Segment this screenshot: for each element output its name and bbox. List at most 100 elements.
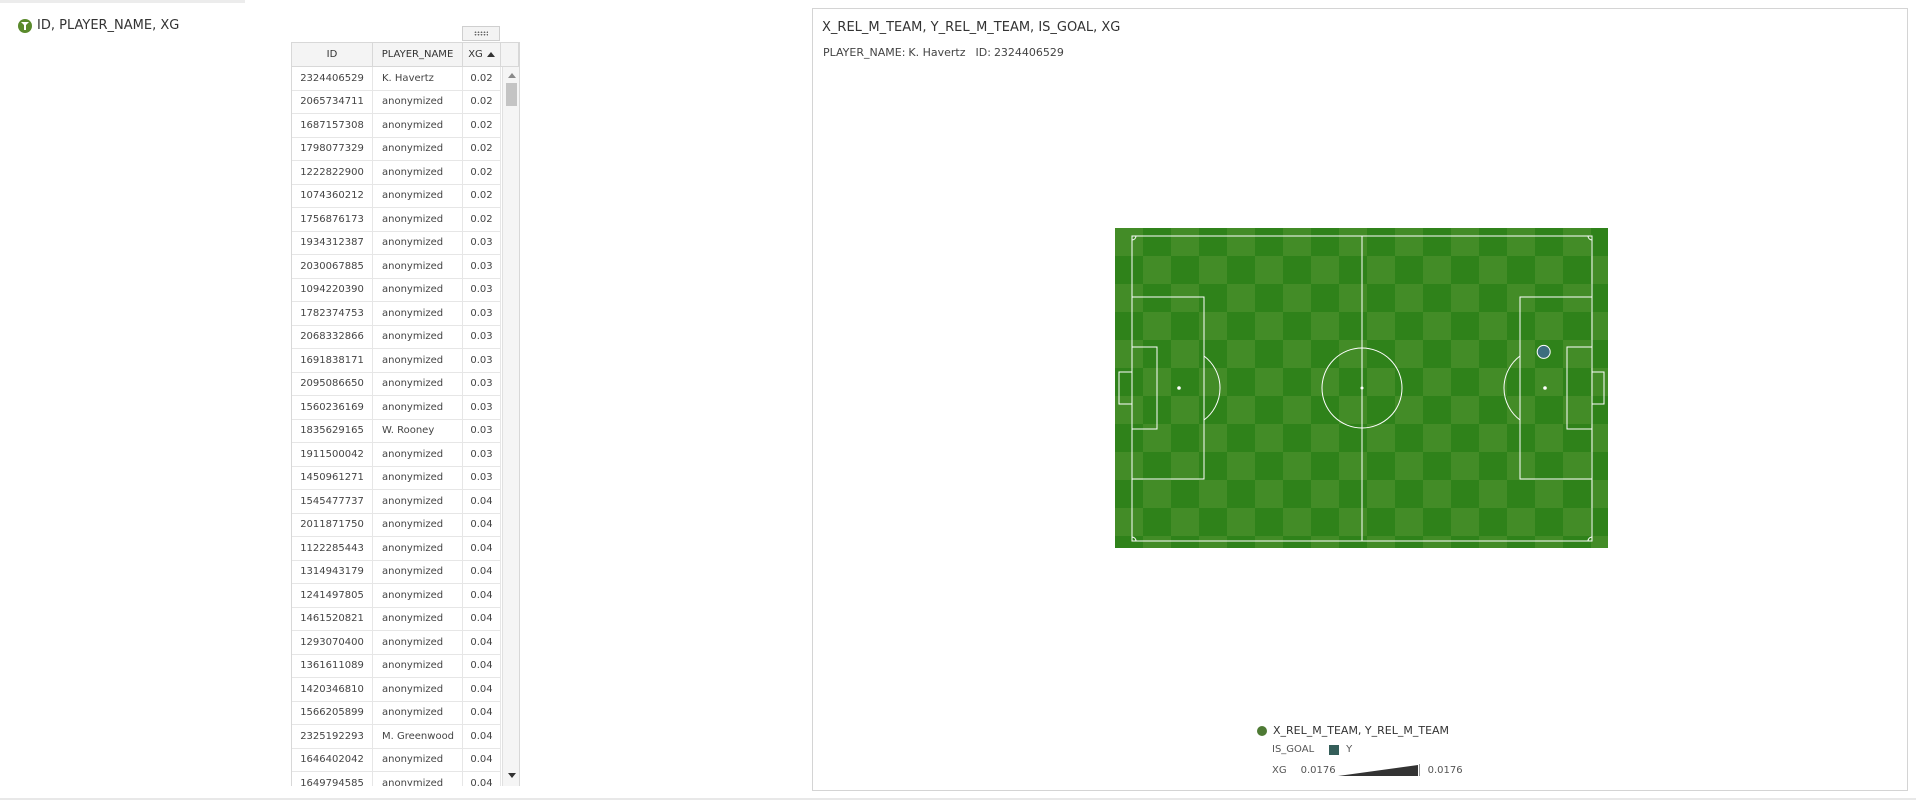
column-drag-handle[interactable] xyxy=(462,26,500,41)
cell-player-name: W. Rooney xyxy=(373,419,463,442)
table-row[interactable]: 1293070400 anonymized 0.04 xyxy=(292,631,501,655)
cell-player-name: anonymized xyxy=(373,560,463,583)
table-row[interactable]: 1934312387 anonymized 0.03 xyxy=(292,231,501,255)
cell-xg: 0.03 xyxy=(463,443,501,466)
cell-player-name: anonymized xyxy=(373,748,463,771)
column-header-xg[interactable]: XG xyxy=(463,43,501,66)
scroll-up-arrow-icon[interactable] xyxy=(508,73,516,78)
table-row[interactable]: 1074360212 anonymized 0.02 xyxy=(292,184,501,208)
table-row[interactable]: 1450961271 anonymized 0.03 xyxy=(292,466,501,490)
table-row[interactable]: 1361611089 anonymized 0.04 xyxy=(292,654,501,678)
table-row[interactable]: 2324406529 K. Havertz 0.02 xyxy=(292,67,501,91)
cell-player-name: anonymized xyxy=(373,349,463,372)
vertical-scrollbar[interactable] xyxy=(502,67,519,786)
cell-id: 1361611089 xyxy=(292,654,373,677)
table-row[interactable]: 2030067885 anonymized 0.03 xyxy=(292,255,501,279)
legend-xg-max: 0.0176 xyxy=(1427,764,1463,776)
table-row[interactable]: 1835629165 W. Rooney 0.03 xyxy=(292,419,501,443)
cell-player-name: anonymized xyxy=(373,701,463,724)
cell-xg: 0.03 xyxy=(463,278,501,301)
cell-id: 1835629165 xyxy=(292,419,373,442)
cell-xg: 0.03 xyxy=(463,231,501,254)
legend-xg-min: 0.0176 xyxy=(1300,764,1336,776)
table-row[interactable]: 1649794585 anonymized 0.04 xyxy=(292,772,501,786)
table-row[interactable]: 1646402042 anonymized 0.04 xyxy=(292,748,501,772)
legend-series[interactable]: X_REL_M_TEAM, Y_REL_M_TEAM xyxy=(1257,724,1449,737)
table-row[interactable]: 2011871750 anonymized 0.04 xyxy=(292,513,501,537)
cell-xg: 0.04 xyxy=(463,607,501,630)
id-label: ID: xyxy=(975,46,991,59)
legend-is-goal-label: IS_GOAL xyxy=(1272,744,1315,755)
shot-marker[interactable] xyxy=(1536,344,1551,359)
cell-xg: 0.04 xyxy=(463,631,501,654)
cell-id: 2325192293 xyxy=(292,725,373,748)
table-row[interactable]: 1691838171 anonymized 0.03 xyxy=(292,349,501,373)
cell-id: 1094220390 xyxy=(292,278,373,301)
cell-player-name: anonymized xyxy=(373,302,463,325)
table-row[interactable]: 1560236169 anonymized 0.03 xyxy=(292,396,501,420)
legend-xg: XG 0.0176 0.0176 xyxy=(1272,764,1463,776)
cell-xg: 0.03 xyxy=(463,255,501,278)
cell-xg: 0.03 xyxy=(463,419,501,442)
legend-goal-square-icon xyxy=(1329,744,1340,755)
table-row[interactable]: 1798077329 anonymized 0.02 xyxy=(292,137,501,161)
table-row[interactable]: 1461520821 anonymized 0.04 xyxy=(292,607,501,631)
legend-is-goal-value: Y xyxy=(1346,744,1353,755)
cell-id: 1122285443 xyxy=(292,537,373,560)
table-row[interactable]: 1782374753 anonymized 0.03 xyxy=(292,302,501,326)
id-value: 2324406529 xyxy=(993,46,1064,59)
cell-xg: 0.02 xyxy=(463,161,501,184)
cell-xg: 0.02 xyxy=(463,137,501,160)
cell-id: 2011871750 xyxy=(292,513,373,536)
table-row[interactable]: 2065734711 anonymized 0.02 xyxy=(292,90,501,114)
table-row[interactable]: 2325192293 M. Greenwood 0.04 xyxy=(292,725,501,749)
column-header-id[interactable]: ID xyxy=(292,43,373,66)
cell-id: 1545477737 xyxy=(292,490,373,513)
table-row[interactable]: 1420346810 anonymized 0.04 xyxy=(292,678,501,702)
cell-player-name: anonymized xyxy=(373,184,463,207)
table-row[interactable]: 1094220390 anonymized 0.03 xyxy=(292,278,501,302)
filter-icon[interactable] xyxy=(18,18,32,33)
cell-id: 2068332866 xyxy=(292,325,373,348)
table-row[interactable]: 1566205899 anonymized 0.04 xyxy=(292,701,501,725)
cell-id: 1798077329 xyxy=(292,137,373,160)
xg-size-wedge-icon xyxy=(1337,764,1420,776)
cell-xg: 0.04 xyxy=(463,654,501,677)
table-row[interactable]: 1122285443 anonymized 0.04 xyxy=(292,537,501,561)
cell-player-name: anonymized xyxy=(373,114,463,137)
legend-series-dot-icon xyxy=(1257,725,1267,736)
cell-id: 1691838171 xyxy=(292,349,373,372)
cell-player-name: anonymized xyxy=(373,231,463,254)
cell-xg: 0.04 xyxy=(463,748,501,771)
center-spot xyxy=(1360,386,1364,390)
table-row[interactable]: 1756876173 anonymized 0.02 xyxy=(292,208,501,232)
cell-xg: 0.03 xyxy=(463,372,501,395)
table-body: 2324406529 K. Havertz 0.02 2065734711 anonym… xyxy=(292,67,501,786)
cell-xg: 0.02 xyxy=(463,114,501,137)
table-title: ID, PLAYER_NAME, XG xyxy=(18,18,179,33)
cell-xg: 0.04 xyxy=(463,513,501,536)
scroll-down-arrow-icon[interactable] xyxy=(508,773,516,778)
cell-id: 1420346810 xyxy=(292,678,373,701)
column-header-player-name[interactable]: PLAYER_NAME xyxy=(373,43,463,66)
football-pitch xyxy=(1115,228,1608,548)
cell-id: 2065734711 xyxy=(292,90,373,113)
cell-player-name: anonymized xyxy=(373,490,463,513)
table-row[interactable]: 1222822900 anonymized 0.02 xyxy=(292,161,501,185)
table-row[interactable]: 2095086650 anonymized 0.03 xyxy=(292,372,501,396)
cell-player-name: anonymized xyxy=(373,90,463,113)
table-row[interactable]: 2068332866 anonymized 0.03 xyxy=(292,325,501,349)
cell-xg: 0.04 xyxy=(463,678,501,701)
cell-xg: 0.04 xyxy=(463,537,501,560)
cell-xg: 0.02 xyxy=(463,208,501,231)
cell-player-name: anonymized xyxy=(373,208,463,231)
scrollbar-thumb[interactable] xyxy=(506,83,517,106)
cell-player-name: anonymized xyxy=(373,372,463,395)
table-row[interactable]: 1241497805 anonymized 0.04 xyxy=(292,584,501,608)
cell-player-name: anonymized xyxy=(373,466,463,489)
cell-player-name: anonymized xyxy=(373,584,463,607)
table-row[interactable]: 1911500042 anonymized 0.03 xyxy=(292,443,501,467)
table-row[interactable]: 1314943179 anonymized 0.04 xyxy=(292,560,501,584)
table-row[interactable]: 1545477737 anonymized 0.04 xyxy=(292,490,501,514)
table-row[interactable]: 1687157308 anonymized 0.02 xyxy=(292,114,501,138)
